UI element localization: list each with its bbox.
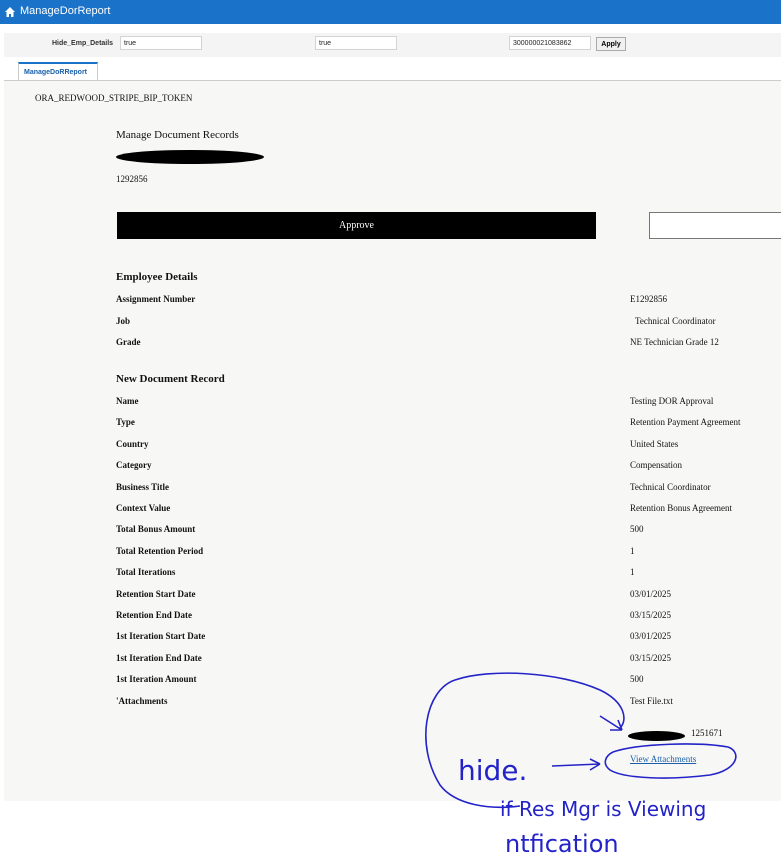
doc-label: Country (116, 438, 149, 449)
doc-value: Test File.txt (630, 695, 673, 706)
secondary-action-button[interactable] (649, 212, 781, 239)
doc-value: 03/01/2025 (630, 631, 672, 642)
doc-value: 03/01/2025 (630, 588, 672, 599)
tab-managedorreport[interactable]: ManageDoRReport (18, 62, 98, 81)
tab-label: ManageDoRReport (24, 69, 88, 76)
emp-label: Assignment Number (116, 294, 196, 304)
doc-label: 'Attachments (116, 695, 168, 706)
document-record-title: New Document Record (116, 373, 225, 385)
doc-value: Compensation (630, 460, 682, 471)
doc-value: United States (630, 438, 679, 449)
hide-emp-details-label: Hide_Emp_Details (52, 40, 114, 47)
doc-label: Name (116, 396, 139, 406)
doc-value: Retention Bonus Agreement (630, 503, 732, 513)
param-input-3[interactable] (509, 36, 591, 50)
app-header: ManageDorReport (0, 0, 781, 24)
doc-value: 1 (630, 545, 635, 556)
home-icon[interactable] (4, 6, 16, 18)
annotation-line2-text: ntfication (505, 830, 619, 858)
doc-label: Retention Start Date (116, 588, 196, 599)
token-text: ORA_REDWOOD_STRIPE_BIP_TOKEN (35, 93, 193, 103)
doc-value: 500 (630, 524, 644, 535)
approve-button[interactable]: Approve (117, 212, 596, 239)
doc-label: Total Iterations (116, 567, 176, 578)
doc-value: 1 (630, 567, 635, 578)
doc-label: 1st Iteration End Date (116, 652, 202, 663)
report-heading: Manage Document Records (116, 129, 239, 141)
apply-button[interactable]: Apply (596, 37, 626, 51)
employee-number: 1292856 (116, 174, 148, 184)
redacted-name (116, 150, 264, 164)
manager-number: 1251671 (691, 728, 723, 738)
view-attachments-link[interactable]: View Attachments (630, 754, 696, 764)
hide-emp-details-input[interactable] (120, 36, 202, 50)
doc-value: 500 (630, 674, 644, 685)
emp-value: NE Technician Grade 12 (630, 337, 719, 347)
doc-value: Retention Payment Agreement (630, 417, 741, 428)
emp-value: Technical Coordinator (635, 315, 716, 326)
emp-label: Job (116, 315, 131, 326)
employee-details-title: Employee Details (116, 271, 198, 283)
doc-label: 1st Iteration Start Date (116, 631, 206, 642)
doc-label: Context Value (116, 503, 171, 513)
doc-value: Technical Coordinator (630, 481, 711, 492)
doc-label: Total Bonus Amount (116, 524, 196, 535)
doc-label: Type (116, 417, 135, 428)
redacted-manager-name (628, 731, 685, 741)
doc-label: Total Retention Period (116, 545, 204, 556)
doc-value: 03/15/2025 (630, 652, 672, 663)
param-input-2[interactable] (315, 36, 397, 50)
doc-label: Retention End Date (116, 610, 192, 620)
emp-value: E1292856 (630, 294, 667, 304)
doc-label: 1st Iteration Amount (116, 674, 197, 685)
parameter-bar: Hide_Emp_Details Apply (4, 33, 781, 57)
emp-label: Grade (116, 337, 141, 347)
doc-label: Category (116, 460, 152, 471)
doc-label: Business Title (116, 481, 169, 492)
doc-value: Testing DOR Approval (630, 396, 714, 406)
app-title: ManageDorReport (20, 5, 111, 17)
doc-value: 03/15/2025 (630, 610, 672, 620)
